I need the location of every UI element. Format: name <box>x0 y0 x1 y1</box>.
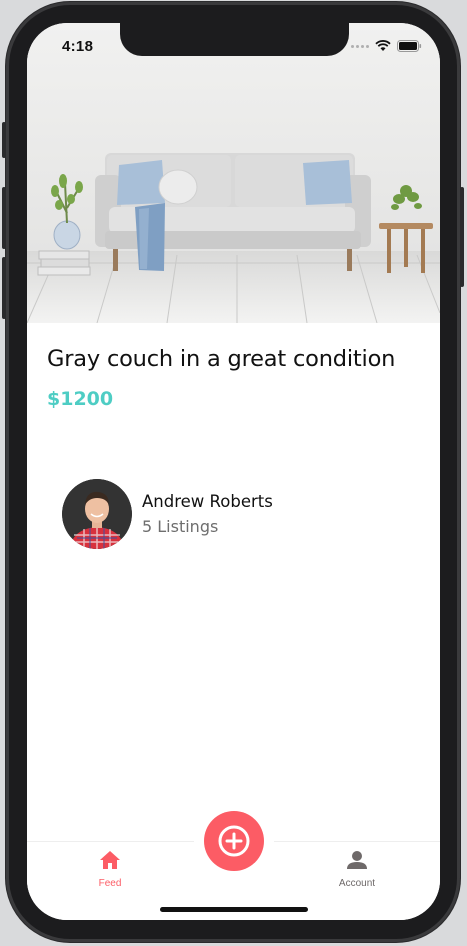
seller-info: Andrew Roberts 5 Listings <box>142 492 273 536</box>
home-indicator[interactable] <box>160 907 308 912</box>
volume-up-button <box>2 187 6 249</box>
mute-switch <box>2 122 6 158</box>
add-listing-button[interactable] <box>204 811 264 871</box>
plus-circle-icon <box>218 825 250 857</box>
app-screen: 4:18 Gray couch in a great condition $12… <box>27 23 440 920</box>
tab-feed[interactable]: Feed <box>70 850 150 889</box>
seller-name: Andrew Roberts <box>142 492 273 511</box>
power-button <box>460 187 464 287</box>
listing-price: $1200 <box>47 388 114 410</box>
device-notch <box>120 23 349 56</box>
wifi-icon <box>375 40 391 51</box>
avatar <box>62 479 132 549</box>
account-icon <box>347 851 367 869</box>
tab-feed-label: Feed <box>98 878 122 889</box>
tab-account[interactable]: Account <box>317 850 397 889</box>
status-icons <box>351 40 422 52</box>
listing-image <box>27 23 440 323</box>
tab-account-label: Account <box>338 878 376 889</box>
volume-down-button <box>2 257 6 319</box>
home-icon <box>100 851 120 869</box>
couch-photo <box>27 23 440 323</box>
seller-card[interactable]: Andrew Roberts 5 Listings <box>62 479 273 549</box>
status-time: 4:18 <box>62 38 94 55</box>
listing-title: Gray couch in a great condition <box>47 346 396 372</box>
battery-icon <box>397 40 422 52</box>
signal-icon <box>351 44 369 48</box>
seller-listings-count: 5 Listings <box>142 517 219 536</box>
seller-photo <box>62 479 132 549</box>
